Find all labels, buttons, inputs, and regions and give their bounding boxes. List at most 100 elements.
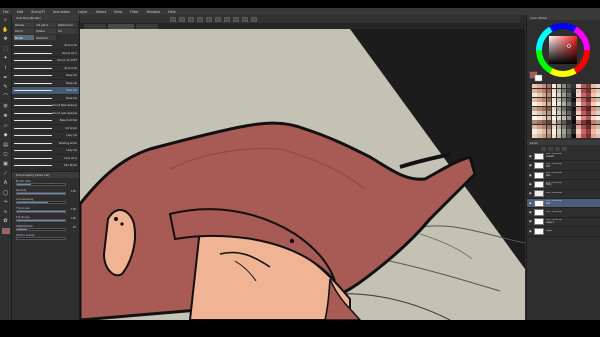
menu-item-9[interactable]: Help [168,10,176,14]
brush-item[interactable]: Ink brush [12,125,79,133]
pen-icon[interactable]: ✒ [2,75,9,82]
zoom-icon[interactable]: ⌕ [2,17,9,24]
menu-item-0[interactable]: File [3,10,9,14]
gradient-icon[interactable]: ▤ [2,142,9,149]
brush-item[interactable]: Lady ink [12,132,79,140]
pencil-icon[interactable]: ✎ [2,84,9,91]
eye-icon[interactable]: ◉ [529,182,532,186]
main-color-swatch[interactable] [1,228,10,235]
new-layer-icon[interactable] [541,146,546,151]
move-icon[interactable]: ✥ [2,36,9,43]
menu-item-3[interactable]: Animation [53,10,70,14]
brush-item[interactable]: Base Ink [12,95,79,103]
property-slider[interactable] [16,192,66,195]
brush-item[interactable]: Round Less Opaque [12,110,79,118]
menu-item-4[interactable]: Layer [78,10,87,14]
save-icon[interactable] [188,16,194,22]
sub-tool-group-tab[interactable]: Ink [56,28,77,34]
menu-item-7[interactable]: Filter [130,10,138,14]
eye-icon[interactable]: ◉ [529,164,532,167]
brush-item[interactable]: Base hard tail [12,117,79,125]
liquify-icon[interactable]: ✿ [2,218,9,225]
menu-item-5[interactable]: Select [96,10,106,14]
eye-icon[interactable]: ◉ [529,211,532,214]
brush-item[interactable]: Base ink [12,80,79,88]
selection-icon[interactable]: ⬚ [2,46,9,53]
palette-swatch[interactable] [546,133,552,139]
palette-swatch[interactable] [561,133,567,139]
frame-icon[interactable]: ▣ [2,161,9,168]
property-slider[interactable] [16,210,66,213]
ruler-icon[interactable]: ⟋ [2,171,9,178]
sub-tool-group-tab[interactable]: Pencil [14,28,35,34]
eye-icon[interactable]: ◉ [529,201,532,205]
sub-tool-group-tab[interactable]: Watercolor [56,22,77,28]
text-icon[interactable]: A [2,180,9,187]
palette-swatch[interactable] [591,133,596,139]
sub-tool-group-tab[interactable]: Realistic [35,34,56,41]
balloon-icon[interactable]: ◯ [2,190,9,197]
menu-item-8[interactable]: Window [147,10,160,14]
eye-icon[interactable]: ◉ [529,192,532,195]
mask-icon[interactable] [562,146,567,151]
property-slider[interactable] [16,237,66,240]
menu-item-2[interactable]: Story(P) [31,10,45,14]
brush-item[interactable]: Shading brush [12,140,79,148]
layer-row[interactable]: ◉ 100 % Normal Hair [527,161,600,171]
snap-icon[interactable] [242,16,248,22]
layer-row[interactable]: ◉ 100 % Normal [527,208,600,218]
new-icon[interactable] [170,16,176,22]
brush-item[interactable]: Round ink SOFT [12,57,79,65]
property-slider[interactable] [16,219,66,222]
clear-icon[interactable] [215,16,221,22]
eye-icon[interactable]: ◉ [529,173,532,177]
canvas-viewport[interactable] [80,29,525,320]
layer-row[interactable]: ◉ 100 % Normal Layer 1 [527,218,600,228]
sub-tool-group-tab[interactable]: Marker [14,22,35,28]
open-icon[interactable] [179,16,185,22]
brush-item[interactable]: Hair Brush [12,162,79,170]
figure-icon[interactable]: ◻ [2,151,9,158]
property-slider[interactable] [16,228,66,231]
eye-icon[interactable]: ◉ [529,154,532,158]
eraser-icon[interactable]: ▱ [2,123,9,130]
palette-swatch[interactable] [576,133,582,139]
palette-swatch[interactable] [532,133,537,139]
palette-swatch[interactable] [566,133,572,139]
color-wheel[interactable] [527,20,600,82]
layer-row[interactable]: ◉ 100 % Normal Skin [527,171,600,181]
wand-icon[interactable]: ✦ [2,55,9,62]
property-slider[interactable] [16,183,66,186]
sub-tool-group-tab[interactable]: Pastel [35,28,56,34]
layer-row[interactable]: ◉ Paper [527,227,600,237]
fill-icon[interactable]: ◆ [2,132,9,139]
brush-item[interactable]: Round ink [12,42,79,50]
delete-layer-icon[interactable] [555,146,560,151]
airbrush-icon[interactable]: ◍ [2,103,9,110]
redo-icon[interactable] [206,16,212,22]
brush-item[interactable]: Lady ink 2 [12,155,79,163]
new-folder-icon[interactable] [548,146,553,151]
palette-swatch[interactable] [536,133,542,139]
brush-item[interactable]: Round ink 2 [12,50,79,58]
snap-ruler-icon[interactable] [251,16,257,22]
brush-item[interactable]: Base ink [12,72,79,80]
brush-item[interactable]: Round ink [12,65,79,73]
property-value[interactable]: 100 [71,190,76,193]
sub-tool-group-tab[interactable]: Brush [14,34,35,41]
eyedropper-icon[interactable]: ⌇ [2,65,9,72]
blend-icon[interactable]: ≈ [2,209,9,216]
palette-swatch[interactable] [596,133,600,139]
menu-item-6[interactable]: View [114,10,122,14]
hand-icon[interactable]: ✋ [2,27,9,34]
brush-item[interactable]: Lady ink [12,147,79,155]
palette-swatch[interactable] [551,133,557,139]
property-value[interactable]: 20 [73,226,76,229]
palette-swatch[interactable] [541,133,547,139]
decoration-icon[interactable]: ❀ [2,113,9,120]
palette-swatch[interactable] [556,133,562,139]
correct-line-icon[interactable]: ⤳ [2,199,9,206]
brush-item[interactable]: Save Ink [12,87,79,95]
layer-row[interactable]: ◉ 100 % Normal Hair [527,198,600,209]
menu-item-1[interactable]: Edit [17,10,24,14]
